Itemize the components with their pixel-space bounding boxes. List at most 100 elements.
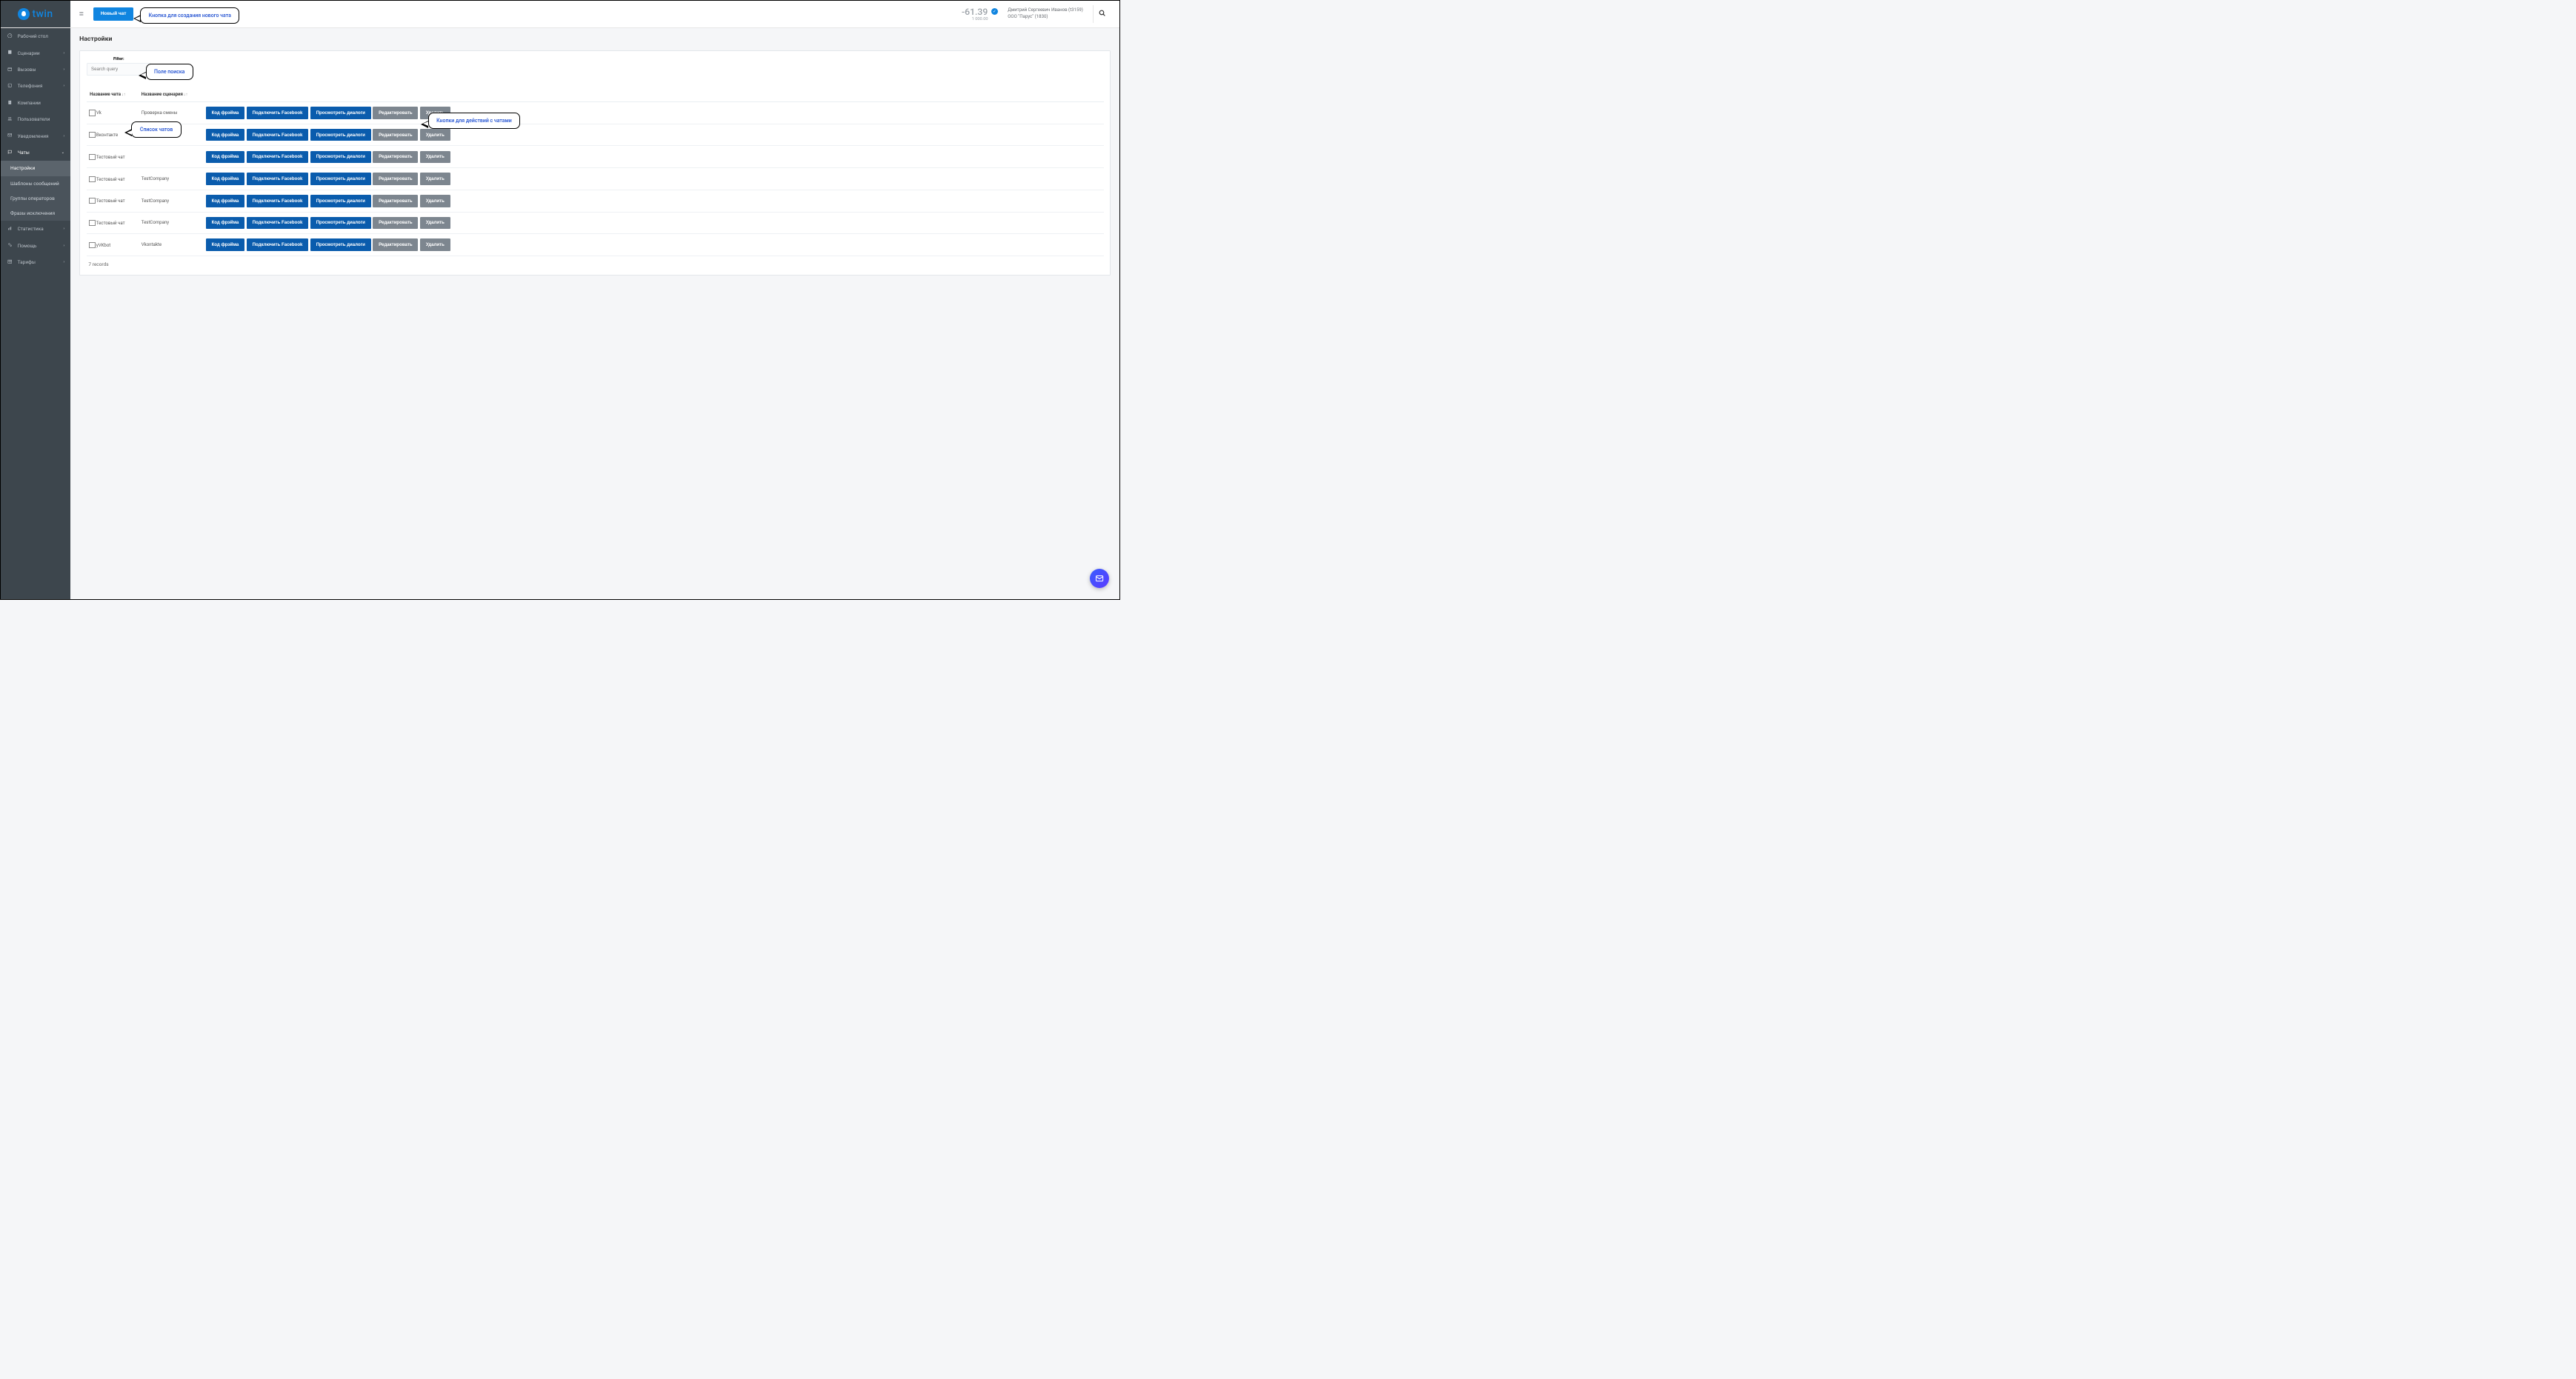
top-search-button[interactable] (1093, 5, 1111, 23)
sidebar-item-label: Помощь (18, 243, 37, 249)
copy-icon[interactable] (90, 176, 94, 181)
sidebar-item-calendar[interactable]: Вызовы› (1, 61, 70, 78)
chat-fab[interactable] (1090, 569, 1109, 588)
book-icon (7, 50, 14, 56)
sort-icon: ↓↑ (184, 93, 188, 97)
chevron-right-icon: › (64, 260, 65, 264)
delete-button[interactable]: Удалить (420, 195, 450, 207)
sidebar-item-envelope[interactable]: Уведомления› (1, 128, 70, 144)
frame-button[interactable]: Код фрэйма (206, 107, 244, 119)
cell-actions: Код фрэймаПодключить FacebookПросмотреть… (202, 234, 1103, 256)
hamburger-icon[interactable]: ≣ (75, 10, 87, 17)
facebook-button[interactable]: Подключить Facebook (247, 195, 309, 207)
sidebar-item-chat[interactable]: Чаты⌄ (1, 144, 70, 161)
chevron-right-icon: › (64, 51, 65, 56)
copy-icon[interactable] (90, 110, 94, 115)
facebook-button[interactable]: Подключить Facebook (247, 173, 309, 185)
sidebar-item-users[interactable]: Пользователи (1, 111, 70, 127)
frame-button[interactable]: Код фрэйма (206, 217, 244, 230)
chart-icon (7, 226, 14, 233)
sidebar-item-building[interactable]: Компании (1, 95, 70, 111)
sidebar-item-label: Уведомления (18, 133, 49, 139)
balance-block: -61.39 ✓ 1 000.00 (962, 7, 998, 22)
col-chat-header[interactable]: Название чата↓↑ (87, 87, 139, 102)
cell-chat: Vk (87, 102, 139, 124)
edit-button[interactable]: Редактировать (373, 238, 418, 251)
envelope-icon (7, 133, 14, 139)
facebook-button[interactable]: Подключить Facebook (247, 129, 309, 141)
sidebar-sub-item[interactable]: Настройки (1, 161, 70, 176)
edit-button[interactable]: Редактировать (373, 129, 418, 141)
chevron-right-icon: › (64, 67, 65, 72)
sort-icon: ↓↑ (122, 93, 126, 97)
sidebar-sub-item[interactable]: Группы операторов (1, 191, 70, 206)
facebook-button[interactable]: Подключить Facebook (247, 107, 309, 119)
edit-button[interactable]: Редактировать (373, 195, 418, 207)
cell-actions: Код фрэймаПодключить FacebookПросмотреть… (202, 212, 1103, 234)
delete-button[interactable]: Удалить (420, 173, 450, 185)
copy-icon[interactable] (90, 221, 94, 225)
copy-icon[interactable] (90, 133, 94, 137)
table-row: ВконтактеКод фрэймаПодключить FacebookПр… (87, 124, 1104, 146)
new-chat-button[interactable]: Новый чат (93, 7, 133, 20)
sidebar-item-table[interactable]: Тарифы › (1, 254, 70, 270)
edit-button[interactable]: Редактировать (373, 217, 418, 230)
frame-button[interactable]: Код фрэйма (206, 238, 244, 251)
balance-check-icon[interactable]: ✓ (991, 8, 999, 16)
sidebar-sub-item[interactable]: Фразы исключения (1, 206, 70, 221)
cell-scen: TestCompany (138, 212, 202, 234)
callout-search: Поле поиска (146, 64, 193, 80)
sidebar-item-book[interactable]: Сценарии› (1, 44, 70, 61)
logo[interactable]: twin (1, 1, 70, 28)
sidebar-item-gauge[interactable]: Рабочий стол (1, 28, 70, 44)
sidebar-item-cogs[interactable]: Помощь› (1, 237, 70, 253)
balance-sub: 1 000.00 (962, 17, 998, 21)
records-count: 7 records (87, 256, 1104, 267)
cell-chat: Тестовый чат (87, 168, 139, 190)
sidebar-item-label: Пользователи (18, 116, 50, 122)
sidebar-item-label: Тарифы (18, 259, 36, 265)
dialogs-button[interactable]: Просмотреть диалоги (310, 129, 371, 141)
sidebar-item-chart[interactable]: Статистика› (1, 221, 70, 237)
sidebar-sub-item[interactable]: Шаблоны сообщений (1, 176, 70, 191)
chats-table: Название чата↓↑ Название сценария↓↑ Vk Пр… (87, 87, 1104, 256)
frame-button[interactable]: Код фрэйма (206, 151, 244, 164)
search-icon (1099, 10, 1106, 19)
calendar-icon (7, 67, 14, 73)
frame-button[interactable]: Код фрэйма (206, 129, 244, 141)
dialogs-button[interactable]: Просмотреть диалоги (310, 151, 371, 164)
sidebar-item-label: Чаты (18, 150, 30, 156)
cell-actions: Код фрэймаПодключить FacebookПросмотреть… (202, 146, 1103, 168)
frame-button[interactable]: Код фрэйма (206, 195, 244, 207)
dialogs-button[interactable]: Просмотреть диалоги (310, 107, 371, 119)
copy-icon[interactable] (90, 155, 94, 159)
dialogs-button[interactable]: Просмотреть диалоги (310, 238, 371, 251)
table-row: Тестовый чатКод фрэймаПодключить Faceboo… (87, 146, 1104, 168)
table-row: yVKbotVkontakteКод фрэймаПодключить Face… (87, 234, 1104, 256)
sidebar-item-label: Телефония (18, 83, 43, 89)
copy-icon[interactable] (90, 198, 94, 203)
copy-icon[interactable] (90, 243, 94, 247)
frame-button[interactable]: Код фрэйма (206, 173, 244, 185)
delete-button[interactable]: Удалить (420, 217, 450, 230)
dialogs-button[interactable]: Просмотреть диалоги (310, 195, 371, 207)
sidebar: Рабочий столСценарии›Вызовы› Телефония › Ко… (1, 28, 70, 599)
dialogs-button[interactable]: Просмотреть диалоги (310, 217, 371, 230)
users-icon (7, 116, 14, 123)
chevron-right-icon: › (64, 84, 65, 88)
edit-button[interactable]: Редактировать (373, 173, 418, 185)
cell-actions: Код фрэймаПодключить FacebookПросмотреть… (202, 102, 1103, 124)
cell-scen: Vkontakte (138, 234, 202, 256)
col-scen-header[interactable]: Название сценария↓↑ (138, 87, 202, 102)
facebook-button[interactable]: Подключить Facebook (247, 151, 309, 164)
sidebar-item-phone[interactable]: Телефония › (1, 78, 70, 94)
facebook-button[interactable]: Подключить Facebook (247, 238, 309, 251)
dialogs-button[interactable]: Просмотреть диалоги (310, 173, 371, 185)
facebook-button[interactable]: Подключить Facebook (247, 217, 309, 230)
delete-button[interactable]: Удалить (420, 238, 450, 251)
col-actions-header (202, 87, 1103, 102)
edit-button[interactable]: Редактировать (373, 107, 418, 119)
delete-button[interactable]: Удалить (420, 151, 450, 164)
delete-button[interactable]: Удалить (420, 129, 450, 141)
edit-button[interactable]: Редактировать (373, 151, 418, 164)
